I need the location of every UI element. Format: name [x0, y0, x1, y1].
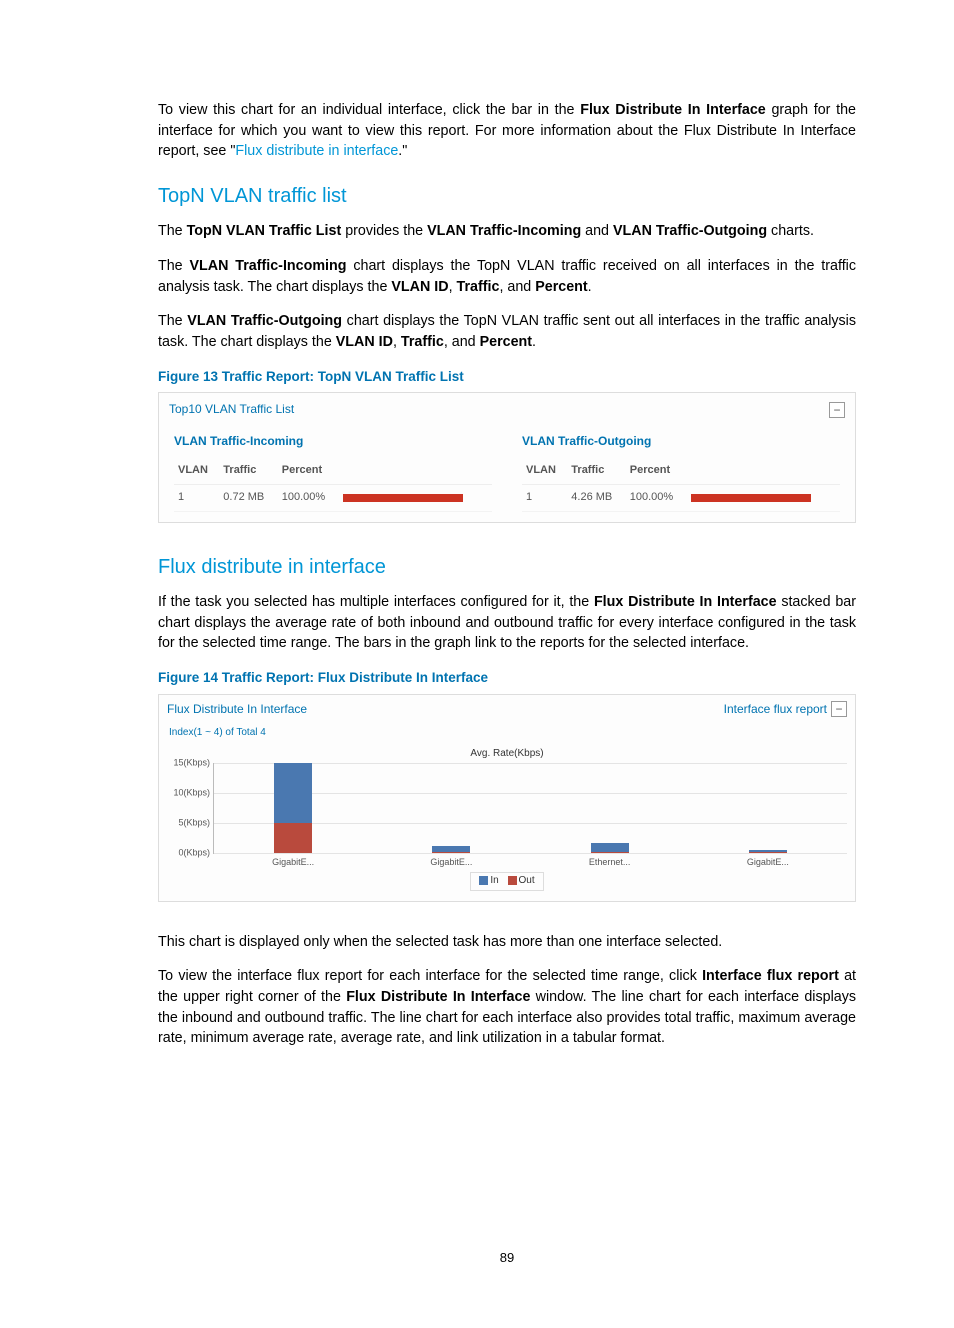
bold-term: TopN VLAN Traffic List — [187, 223, 342, 239]
bar-segment-out — [749, 852, 787, 853]
text: charts. — [767, 223, 814, 239]
legend-swatch-in — [479, 876, 488, 885]
x-tick-label: GigabitE... — [430, 856, 472, 869]
sec1-p2: The VLAN Traffic-Incoming chart displays… — [158, 256, 856, 297]
interface-flux-report-link[interactable]: Interface flux report — [724, 701, 827, 718]
cell-traffic: 0.72 MB — [219, 485, 277, 512]
sec1-p1: The TopN VLAN Traffic List provides the … — [158, 221, 856, 242]
text: To view the interface flux report for ea… — [158, 968, 702, 984]
text: If the task you selected has multiple in… — [158, 594, 594, 610]
text: . — [588, 279, 592, 295]
bold-term: VLAN ID — [391, 279, 448, 295]
collapse-icon[interactable]: − — [831, 701, 847, 717]
bold-term: Percent — [480, 334, 532, 350]
collapse-icon[interactable]: − — [829, 402, 845, 418]
heading-flux-distribute: Flux distribute in interface — [158, 553, 856, 582]
col-traffic: Traffic — [219, 458, 277, 484]
outgoing-title: VLAN Traffic-Outgoing — [522, 433, 840, 450]
bar-column[interactable]: GigabitE... — [372, 763, 530, 853]
x-tick-label: Ethernet... — [589, 856, 631, 869]
bold-term: VLAN Traffic-Outgoing — [187, 313, 342, 329]
text: provides the — [341, 223, 427, 239]
figure14-caption: Figure 14 Traffic Report: Flux Distribut… — [158, 668, 856, 688]
bold-term: Percent — [535, 279, 587, 295]
intro-paragraph: To view this chart for an individual int… — [158, 100, 856, 162]
text: ." — [398, 143, 407, 159]
bold-term: Flux Distribute In Interface — [580, 102, 766, 118]
fig14-panel: Flux Distribute In Interface Interface f… — [158, 694, 856, 902]
text: The — [158, 258, 190, 274]
figure13-caption: Figure 13 Traffic Report: TopN VLAN Traf… — [158, 367, 856, 387]
bold-term: VLAN Traffic-Incoming — [427, 223, 581, 239]
outgoing-table: VLAN Traffic Percent 1 4.26 MB 100.00% — [522, 458, 840, 512]
col-vlan: VLAN — [522, 458, 567, 484]
col-traffic: Traffic — [567, 458, 625, 484]
bar-column[interactable]: Ethernet... — [531, 763, 689, 853]
bar-column[interactable]: GigabitE... — [214, 763, 372, 853]
text: . — [532, 334, 536, 350]
bar-chart[interactable]: 0(Kbps)5(Kbps)10(Kbps)15(Kbps)GigabitE..… — [213, 763, 847, 854]
link-flux-distribute[interactable]: Flux distribute in interface — [235, 143, 398, 159]
text: , — [393, 334, 401, 350]
bar-segment-out — [432, 852, 470, 853]
bar-column[interactable]: GigabitE... — [689, 763, 847, 853]
cell-percent: 100.00% — [278, 485, 339, 512]
percent-bar — [343, 494, 463, 502]
panel-title: Top10 VLAN Traffic List — [169, 401, 294, 418]
text: , and — [499, 279, 535, 295]
col-vlan: VLAN — [174, 458, 219, 484]
col-percent: Percent — [626, 458, 687, 484]
followup-p1: This chart is displayed only when the se… — [158, 932, 856, 953]
table-row: 1 4.26 MB 100.00% — [522, 485, 840, 512]
x-tick-label: GigabitE... — [747, 856, 789, 869]
text: To view this chart for an individual int… — [158, 102, 580, 118]
bold-term: Traffic — [457, 279, 500, 295]
y-tick-label: 10(Kbps) — [166, 787, 210, 800]
chart-legend: In Out — [470, 872, 543, 891]
text: , and — [444, 334, 480, 350]
incoming-title: VLAN Traffic-Incoming — [174, 433, 492, 450]
table-row: 1 0.72 MB 100.00% — [174, 485, 492, 512]
sec1-p3: The VLAN Traffic-Outgoing chart displays… — [158, 311, 856, 352]
bold-term: Flux Distribute In Interface — [346, 989, 530, 1005]
cell-vlan: 1 — [522, 485, 567, 512]
bar-segment-in — [591, 843, 629, 852]
incoming-table: VLAN Traffic Percent 1 0.72 MB 100.00% — [174, 458, 492, 512]
bold-term: Interface flux report — [702, 968, 839, 984]
y-tick-label: 5(Kbps) — [166, 817, 210, 830]
col-percent: Percent — [278, 458, 339, 484]
index-text: Index(1 ~ 4) of Total 4 — [159, 724, 855, 747]
bold-term: VLAN ID — [336, 334, 393, 350]
panel-title: Flux Distribute In Interface — [167, 701, 307, 718]
bar-segment-out — [591, 852, 629, 853]
sec2-p1: If the task you selected has multiple in… — [158, 592, 856, 654]
text: The — [158, 313, 187, 329]
y-tick-label: 15(Kbps) — [166, 757, 210, 770]
heading-topn-vlan: TopN VLAN traffic list — [158, 182, 856, 211]
bar-segment-in — [274, 763, 312, 823]
page-number: 89 — [158, 1249, 856, 1268]
bold-term: VLAN Traffic-Outgoing — [613, 223, 767, 239]
chart-title: Avg. Rate(Kbps) — [167, 747, 847, 762]
fig13-panel: Top10 VLAN Traffic List − VLAN Traffic-I… — [158, 392, 856, 523]
cell-vlan: 1 — [174, 485, 219, 512]
legend-label-in: In — [490, 875, 498, 886]
legend-label-out: Out — [519, 875, 535, 886]
bold-term: Flux Distribute In Interface — [594, 594, 777, 610]
bold-term: VLAN Traffic-Incoming — [190, 258, 347, 274]
percent-bar — [691, 494, 811, 502]
x-tick-label: GigabitE... — [272, 856, 314, 869]
text: The — [158, 223, 187, 239]
followup-p2: To view the interface flux report for ea… — [158, 966, 856, 1049]
bold-term: Traffic — [401, 334, 444, 350]
legend-swatch-out — [508, 876, 517, 885]
cell-percent: 100.00% — [626, 485, 687, 512]
cell-traffic: 4.26 MB — [567, 485, 625, 512]
text: , — [449, 279, 457, 295]
text: and — [581, 223, 613, 239]
bar-segment-out — [274, 823, 312, 853]
y-tick-label: 0(Kbps) — [166, 847, 210, 860]
